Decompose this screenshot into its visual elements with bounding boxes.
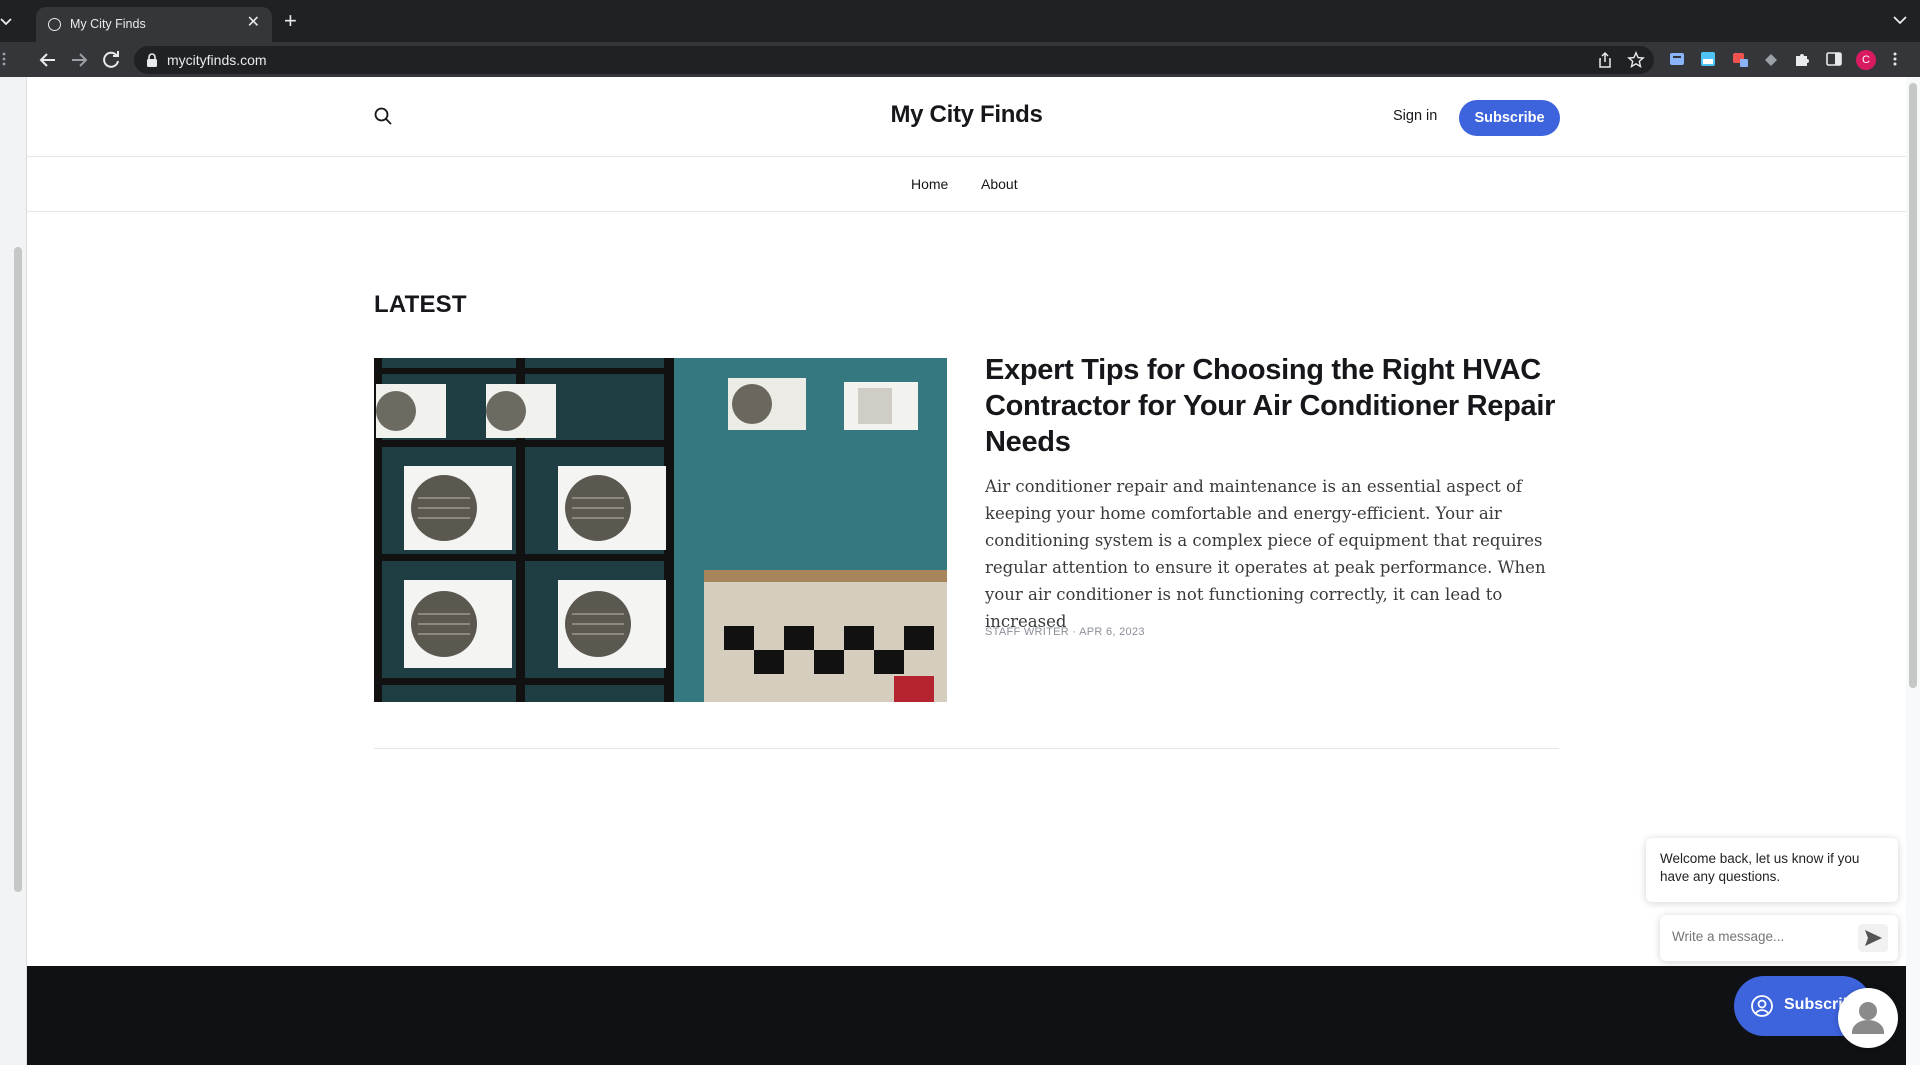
extensions-puzzle-icon[interactable] [1793, 50, 1811, 68]
browser-toolbar: mycityfinds.com C [0, 42, 1920, 77]
tab-title: My City Finds [70, 17, 146, 31]
post-meta: STAFF WRITER · APR 6, 2023 [985, 626, 1145, 638]
forward-arrow-icon[interactable] [67, 48, 91, 72]
chat-send-button[interactable] [1858, 924, 1888, 952]
tab-search-chevron-icon[interactable] [1892, 12, 1908, 28]
browser-tab-active[interactable]: My City Finds ✕ [36, 7, 272, 42]
site-footer [27, 966, 1906, 1065]
nav-item-about[interactable]: About [981, 176, 1018, 192]
back-arrow-icon[interactable] [36, 48, 60, 72]
post-author[interactable]: STAFF WRITER [985, 626, 1069, 638]
url-text[interactable]: mycityfinds.com [167, 52, 267, 68]
reload-icon[interactable] [99, 48, 123, 72]
globe-icon [48, 18, 61, 31]
nav-item-home[interactable]: Home [911, 176, 948, 192]
address-bar[interactable]: mycityfinds.com [134, 46, 1654, 74]
page-viewport: My City Finds Sign in Subscribe Home Abo… [0, 77, 1920, 1065]
share-icon[interactable] [1596, 51, 1614, 69]
browser-menu-icon[interactable] [1893, 51, 1897, 67]
new-tab-icon[interactable]: + [284, 10, 297, 32]
chat-composer [1660, 915, 1898, 961]
profile-avatar[interactable]: C [1856, 50, 1876, 70]
lock-icon[interactable] [146, 53, 158, 67]
close-tab-icon[interactable]: ✕ [247, 14, 260, 32]
latest-heading: LATEST [374, 291, 467, 318]
extension-window-icon[interactable] [1699, 50, 1717, 68]
bookmark-star-icon[interactable] [1627, 51, 1645, 69]
post-date: APR 6, 2023 [1079, 626, 1145, 638]
post-feature-image[interactable] [374, 358, 947, 702]
sign-in-link[interactable]: Sign in [1393, 108, 1437, 124]
post-excerpt[interactable]: Air conditioner repair and maintenance i… [985, 473, 1565, 635]
page-scrollbar-thumb[interactable] [1909, 83, 1917, 688]
chat-avatar[interactable] [1838, 988, 1898, 1048]
user-circle-icon [1751, 995, 1773, 1017]
browser-tabstrip: My City Finds ✕ + [0, 0, 1920, 42]
post-title[interactable]: Expert Tips for Choosing the Right HVAC … [985, 352, 1565, 460]
send-icon [1865, 930, 1882, 946]
chat-welcome-bubble: Welcome back, let us know if you have an… [1646, 838, 1898, 902]
extension-puzzle-grey-icon[interactable] [1762, 50, 1780, 68]
site-navigation: Home About [27, 157, 1906, 212]
person-avatar-icon [1852, 1002, 1884, 1034]
site-title[interactable]: My City Finds [27, 101, 1906, 129]
left-side-panel [0, 77, 27, 1065]
side-panel-icon[interactable] [1825, 50, 1843, 68]
subscribe-button[interactable]: Subscribe [1459, 100, 1560, 136]
extension-badge-icon[interactable] [1731, 50, 1749, 68]
post-divider [374, 748, 1559, 749]
tab-list-chevron-icon[interactable] [0, 12, 12, 30]
extension-notes-icon[interactable] [1668, 50, 1686, 68]
chat-message-input[interactable] [1672, 929, 1852, 944]
air-conditioner-units-illustration [374, 358, 947, 702]
side-panel-scrollbar[interactable] [14, 247, 22, 892]
side-panel-dots-icon[interactable] [2, 51, 6, 67]
site-header: My City Finds Sign in Subscribe [27, 77, 1906, 157]
